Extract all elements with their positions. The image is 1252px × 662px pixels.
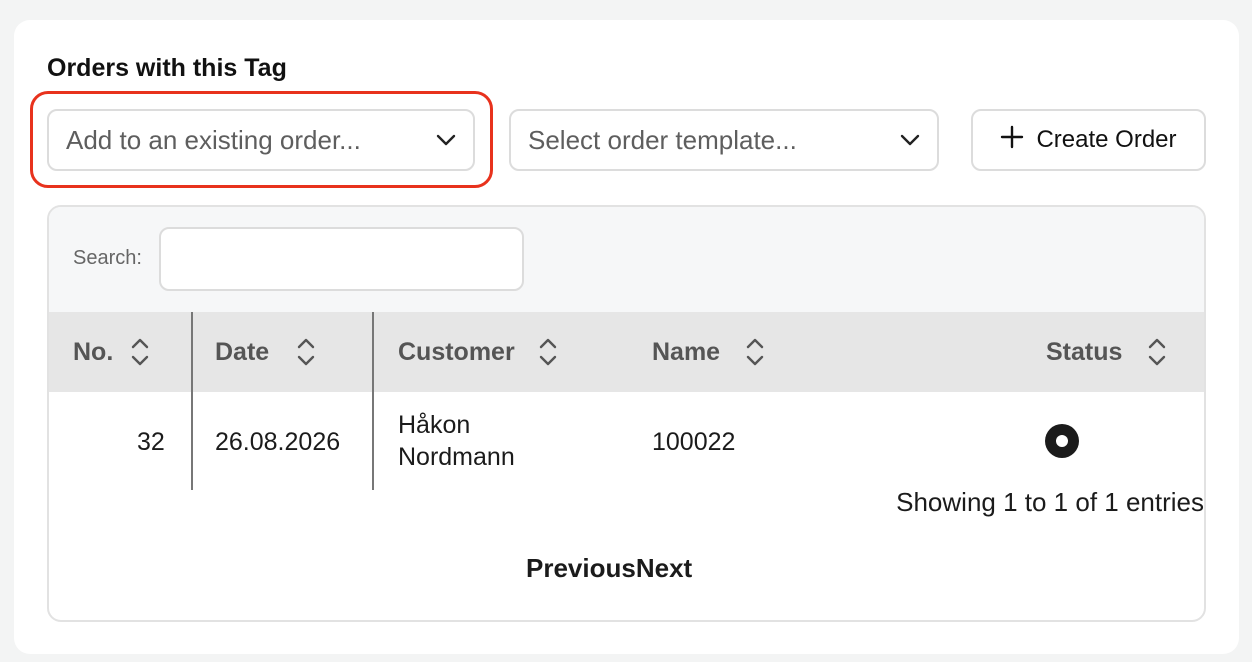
search-input[interactable] xyxy=(159,227,524,291)
column-label: Customer xyxy=(398,337,515,366)
sort-icon xyxy=(1149,338,1166,366)
cell-customer-first: Håkon xyxy=(398,411,471,439)
existing-order-placeholder: Add to an existing order... xyxy=(66,124,361,155)
column-header-name[interactable]: Name xyxy=(652,312,766,392)
column-label: Name xyxy=(652,337,721,366)
column-divider xyxy=(372,312,374,490)
column-header-date[interactable]: Date xyxy=(215,312,317,392)
order-template-placeholder: Select order template... xyxy=(528,124,797,155)
order-template-select[interactable]: Select order template... xyxy=(509,109,939,171)
search-label: Search: xyxy=(73,247,142,269)
create-order-label: Create Order xyxy=(1036,126,1177,153)
cell-name: 100022 xyxy=(652,428,736,456)
status-dot-icon xyxy=(1045,424,1079,458)
column-label: Date xyxy=(215,337,270,366)
chevron-down-icon xyxy=(435,129,457,151)
column-label: No. xyxy=(73,337,114,366)
pagination: PreviousNext xyxy=(526,553,692,584)
create-order-button[interactable]: Create Order xyxy=(971,109,1206,171)
previous-button[interactable]: Previous xyxy=(526,553,636,583)
next-button[interactable]: Next xyxy=(636,553,692,583)
table-info: Showing 1 to 1 of 1 entries xyxy=(896,487,1204,517)
cell-customer-last: Nordmann xyxy=(398,443,515,471)
section-title: Orders with this Tag xyxy=(47,54,287,82)
column-header-status[interactable]: Status xyxy=(1046,312,1168,392)
column-header-no[interactable]: No. xyxy=(73,312,151,392)
cell-no: 32 xyxy=(137,428,165,456)
sort-icon xyxy=(132,338,149,366)
table-header: No. Date Customer Name Status xyxy=(49,312,1204,392)
column-label: Status xyxy=(1046,337,1123,366)
column-header-customer[interactable]: Customer xyxy=(398,312,559,392)
orders-table: Search: No. Date Customer Name Status 32… xyxy=(47,205,1206,622)
existing-order-select[interactable]: Add to an existing order... xyxy=(47,109,475,171)
column-divider xyxy=(191,312,193,490)
sort-icon xyxy=(297,338,315,366)
chevron-down-icon xyxy=(899,129,921,151)
table-search-bar: Search: xyxy=(49,207,1204,312)
cell-date: 26.08.2026 xyxy=(215,428,341,456)
sort-icon xyxy=(539,338,556,366)
sort-icon xyxy=(746,338,764,366)
plus-icon xyxy=(1000,125,1024,156)
